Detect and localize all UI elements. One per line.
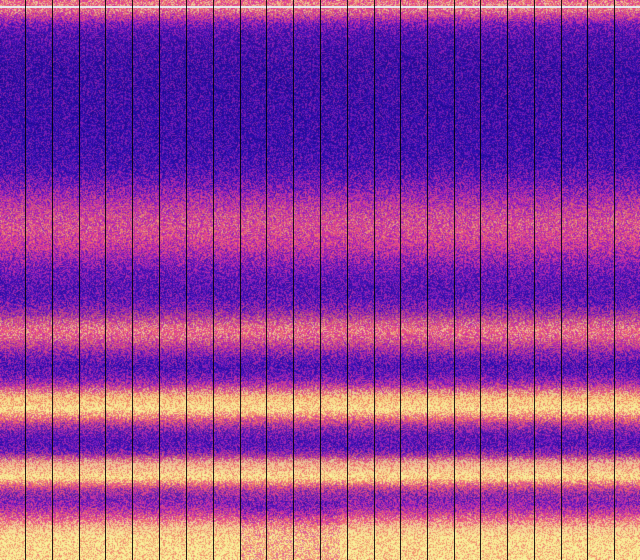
spectrogram-view — [0, 0, 640, 560]
noise-field — [0, 0, 640, 560]
top-line — [0, 6, 640, 8]
